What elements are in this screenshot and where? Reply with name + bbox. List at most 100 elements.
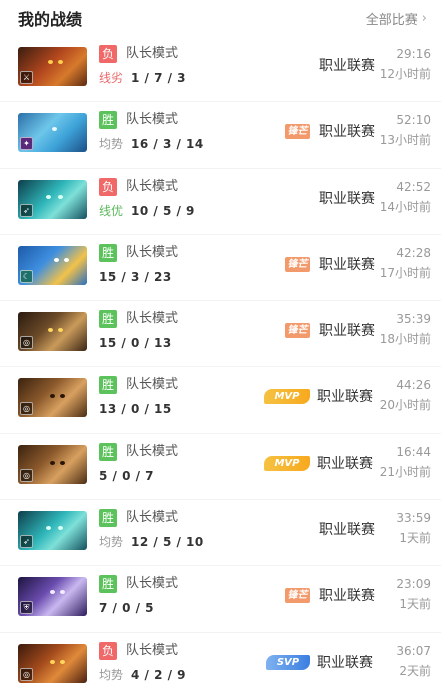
- kda: 15 / 3 / 23: [99, 269, 172, 284]
- league-name: 职业联赛: [317, 654, 373, 671]
- league-name: 职业联赛: [319, 58, 375, 74]
- match-row[interactable]: ➶ 负 队长模式 线优 10 / 5 / 9 职业联赛 42:52 14小时前: [0, 169, 441, 235]
- match-time-ago: 18小时前: [379, 332, 431, 347]
- league-name: 职业联赛: [319, 522, 375, 539]
- league-name: 职业联赛: [319, 256, 375, 273]
- match-duration: 16:44: [396, 444, 431, 459]
- result-badge: 胜: [99, 376, 117, 395]
- league-name: 职业联赛: [319, 323, 375, 340]
- league-name: 职业联赛: [317, 455, 373, 472]
- page-title: 我的战绩: [18, 10, 83, 29]
- match-time-ago: 17小时前: [379, 265, 431, 280]
- mvp-tag: MVP: [264, 389, 310, 405]
- honor-tag: 锋芒: [285, 323, 310, 339]
- kda: 10 / 5 / 9: [131, 203, 195, 218]
- match-list: ⚔ 负 队长模式 线劣 1 / 7 / 3 职业联赛 29:16 12小时前 ✦…: [0, 36, 441, 699]
- lane-status: 均势: [99, 667, 124, 682]
- kda: 1 / 7 / 3: [131, 71, 187, 85]
- game-mode: 队长模式: [126, 510, 179, 526]
- game-mode: 队长模式: [126, 377, 179, 393]
- result-badge: 负: [99, 45, 117, 63]
- hero-portrait-icon: ☾: [18, 245, 87, 285]
- role-icon: ◎: [20, 667, 33, 681]
- role-icon: ◎: [20, 402, 33, 416]
- hero-portrait-icon: ◎: [18, 312, 87, 352]
- kda: 7 / 0 / 5: [99, 601, 155, 616]
- hero-portrait-icon: ◎: [18, 444, 87, 484]
- league-name: 职业联赛: [319, 124, 375, 141]
- all-matches-link[interactable]: 全部比赛 ›: [366, 9, 427, 28]
- match-row[interactable]: ◎ 胜 队长模式 15 / 0 / 13 锋芒 职业联赛 35:39 18小时前: [0, 301, 441, 368]
- match-time-ago: 14小时前: [379, 199, 431, 214]
- match-duration: 36:07: [396, 643, 431, 658]
- game-mode: 队长模式: [126, 46, 179, 61]
- league-name: 职业联赛: [319, 190, 375, 207]
- role-icon: ◎: [20, 468, 33, 482]
- result-badge: 负: [99, 641, 117, 660]
- header: 我的战绩 全部比赛 ›: [0, 0, 441, 36]
- match-duration: 52:10: [396, 113, 431, 128]
- result-badge: 胜: [99, 509, 117, 528]
- lane-status: 线劣: [99, 71, 124, 85]
- match-row[interactable]: ☾ 胜 队长模式 15 / 3 / 23 锋芒 职业联赛 42:28 17小时前: [0, 235, 441, 302]
- hero-portrait-icon: ⛨: [18, 577, 87, 617]
- match-row[interactable]: ◎ 负 队长模式 均势 4 / 2 / 9 SVP 职业联赛 36:07 2天前: [0, 633, 441, 699]
- result-badge: 胜: [99, 442, 117, 461]
- match-duration: 42:52: [396, 179, 431, 194]
- match-row[interactable]: ⛨ 胜 队长模式 7 / 0 / 5 锋芒 职业联赛 23:09 1天前: [0, 566, 441, 633]
- result-badge: 胜: [99, 243, 117, 262]
- game-mode: 队长模式: [126, 178, 179, 194]
- match-row[interactable]: ◎ 胜 队长模式 5 / 0 / 7 MVP 职业联赛 16:44 21小时前: [0, 434, 441, 501]
- match-time-ago: 21小时前: [379, 464, 431, 479]
- match-duration: 33:59: [396, 511, 431, 526]
- kda: 4 / 2 / 9: [131, 667, 187, 682]
- hero-portrait-icon: ➶: [18, 179, 87, 219]
- match-duration: 42:28: [396, 245, 431, 260]
- role-icon: ➶: [20, 203, 33, 217]
- match-duration: 44:26: [396, 378, 431, 393]
- match-time-ago: 1天前: [399, 597, 431, 612]
- lane-status: 均势: [99, 535, 124, 550]
- role-icon: ⛨: [20, 601, 33, 615]
- game-mode: 队长模式: [126, 642, 179, 658]
- match-time-ago: 2天前: [399, 663, 431, 678]
- honor-tag: 锋芒: [285, 124, 310, 140]
- match-time-ago: 1天前: [399, 531, 431, 546]
- result-badge: 胜: [99, 111, 117, 130]
- result-badge: 胜: [99, 310, 117, 329]
- kda: 13 / 0 / 15: [99, 402, 172, 417]
- kda: 12 / 5 / 10: [131, 535, 204, 550]
- role-icon: ◎: [20, 336, 33, 350]
- hero-portrait-icon: ✦: [18, 113, 87, 153]
- svp-tag: SVP: [266, 654, 310, 670]
- match-duration: 29:16: [396, 47, 431, 61]
- game-mode: 队长模式: [126, 443, 179, 459]
- hero-portrait-icon: ◎: [18, 378, 87, 418]
- match-duration: 35:39: [396, 312, 431, 327]
- role-icon: ☾: [20, 269, 33, 283]
- honor-tag: 锋芒: [285, 588, 310, 604]
- result-badge: 胜: [99, 575, 117, 594]
- kda: 15 / 0 / 13: [99, 336, 172, 351]
- match-time-ago: 12小时前: [379, 67, 431, 81]
- role-icon: ➶: [20, 535, 33, 549]
- kda: 16 / 3 / 14: [131, 137, 204, 152]
- match-time-ago: 20小时前: [379, 398, 431, 413]
- hero-portrait-icon: ◎: [18, 643, 87, 683]
- honor-tag: 锋芒: [285, 256, 310, 272]
- game-mode: 队长模式: [126, 311, 179, 327]
- game-mode: 队长模式: [126, 112, 179, 128]
- match-duration: 23:09: [396, 577, 431, 592]
- match-row[interactable]: ➶ 胜 队长模式 均势 12 / 5 / 10 职业联赛 33:59 1天前: [0, 500, 441, 567]
- chevron-right-icon: ›: [421, 10, 427, 26]
- all-matches-label[interactable]: 全部比赛: [366, 9, 418, 28]
- hero-portrait-icon: ⚔: [18, 47, 87, 86]
- league-name: 职业联赛: [317, 389, 373, 406]
- match-row[interactable]: ◎ 胜 队长模式 13 / 0 / 15 MVP 职业联赛 44:26 20小时…: [0, 367, 441, 434]
- match-row[interactable]: ⚔ 负 队长模式 线劣 1 / 7 / 3 职业联赛 29:16 12小时前: [0, 36, 441, 103]
- lane-status: 均势: [99, 137, 124, 152]
- result-badge: 负: [99, 177, 117, 196]
- lane-status: 线优: [99, 203, 124, 218]
- match-time-ago: 13小时前: [379, 133, 431, 148]
- match-row[interactable]: ✦ 胜 队长模式 均势 16 / 3 / 14 锋芒 职业联赛 52:10 13…: [0, 102, 441, 169]
